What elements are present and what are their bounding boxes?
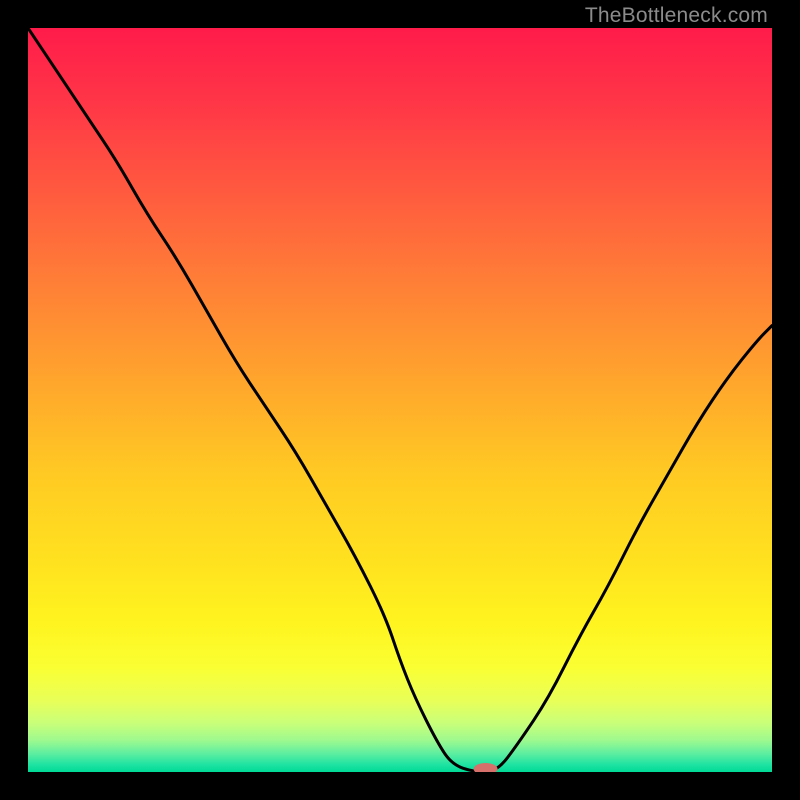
plot-area xyxy=(28,28,772,772)
watermark-text: TheBottleneck.com xyxy=(585,4,768,28)
chart-frame: TheBottleneck.com xyxy=(0,0,800,800)
chart-svg xyxy=(28,28,772,772)
